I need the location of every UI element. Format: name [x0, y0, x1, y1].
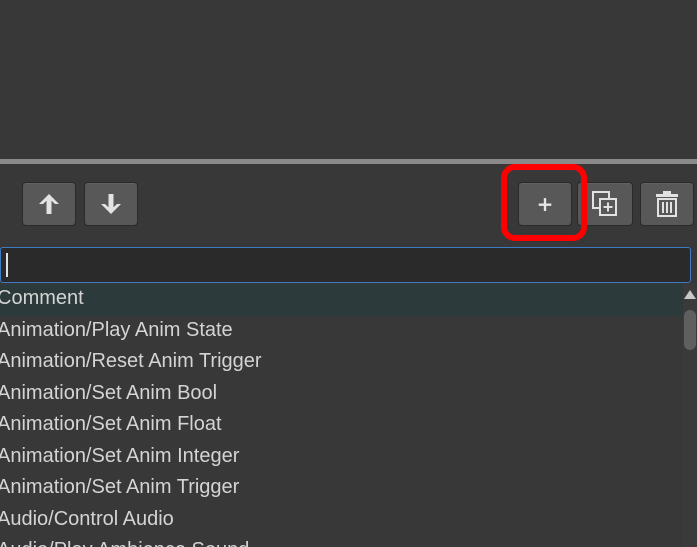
list-item[interactable]: Comment [0, 284, 683, 316]
list-item[interactable]: Animation/Set Anim Float [0, 410, 683, 442]
list-item[interactable]: Animation/Set Anim Integer [0, 442, 683, 474]
inspector-upper-area [0, 0, 697, 160]
list-item[interactable]: Animation/Play Anim State [0, 316, 683, 348]
list-item[interactable]: Audio/Control Audio [0, 505, 683, 537]
list-item[interactable]: Animation/Reset Anim Trigger [0, 347, 683, 379]
list-item[interactable]: Animation/Set Anim Bool [0, 379, 683, 411]
add-button-label: + [536, 192, 554, 216]
arrow-up-icon [39, 194, 59, 214]
command-toolbar: + [0, 164, 697, 244]
add-command-button[interactable]: + [518, 182, 572, 226]
trash-icon [656, 191, 678, 217]
command-search-input[interactable] [0, 247, 691, 283]
list-item[interactable]: Animation/Set Anim Trigger [0, 473, 683, 505]
move-down-button[interactable] [84, 182, 138, 226]
duplicate-command-button[interactable] [577, 182, 633, 226]
delete-command-button[interactable] [640, 182, 694, 226]
duplicate-icon [592, 191, 617, 216]
scrollbar-thumb[interactable] [684, 310, 696, 350]
text-caret [6, 253, 8, 277]
list-scrollbar[interactable] [683, 284, 697, 547]
arrow-down-icon [101, 194, 121, 214]
list-item[interactable]: Audio/Play Ambience Sound [0, 536, 683, 547]
move-up-button[interactable] [22, 182, 76, 226]
command-list: Comment Animation/Play Anim State Animat… [0, 284, 683, 547]
scroll-up-arrow-icon[interactable] [684, 290, 696, 299]
